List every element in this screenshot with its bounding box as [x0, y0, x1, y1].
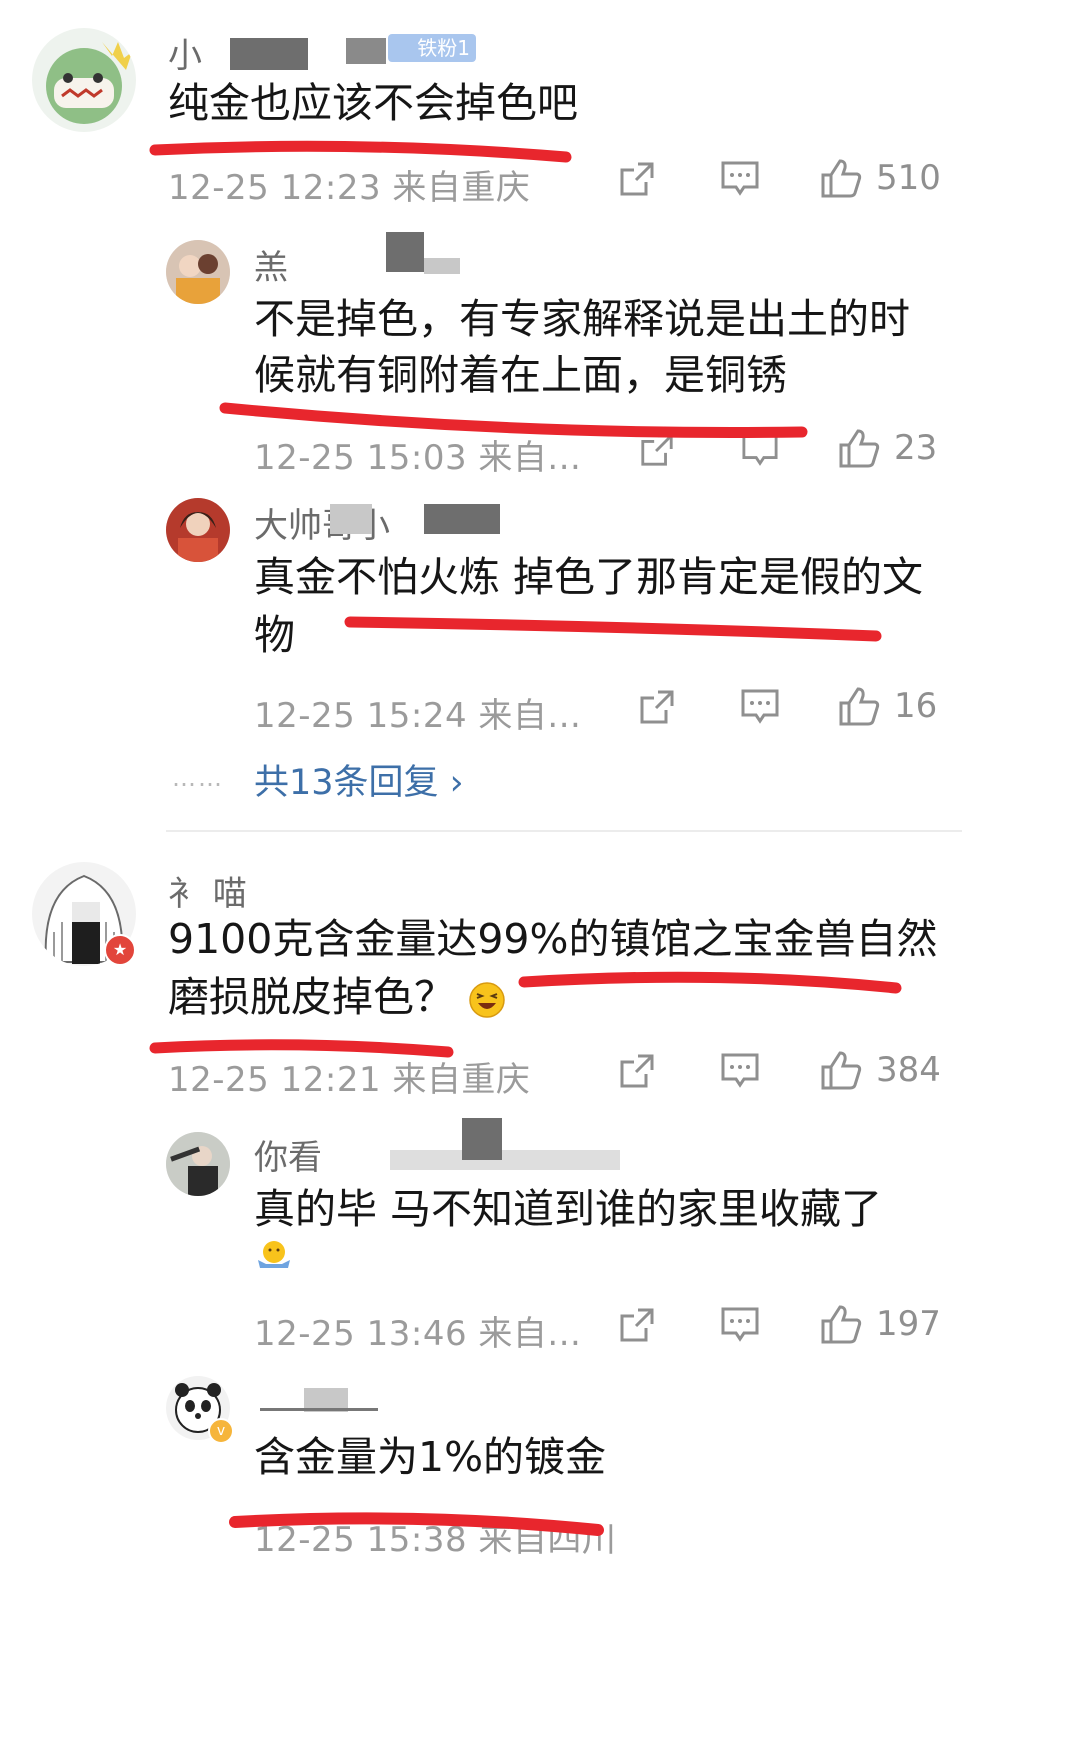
red-underline: [229, 1512, 604, 1536]
